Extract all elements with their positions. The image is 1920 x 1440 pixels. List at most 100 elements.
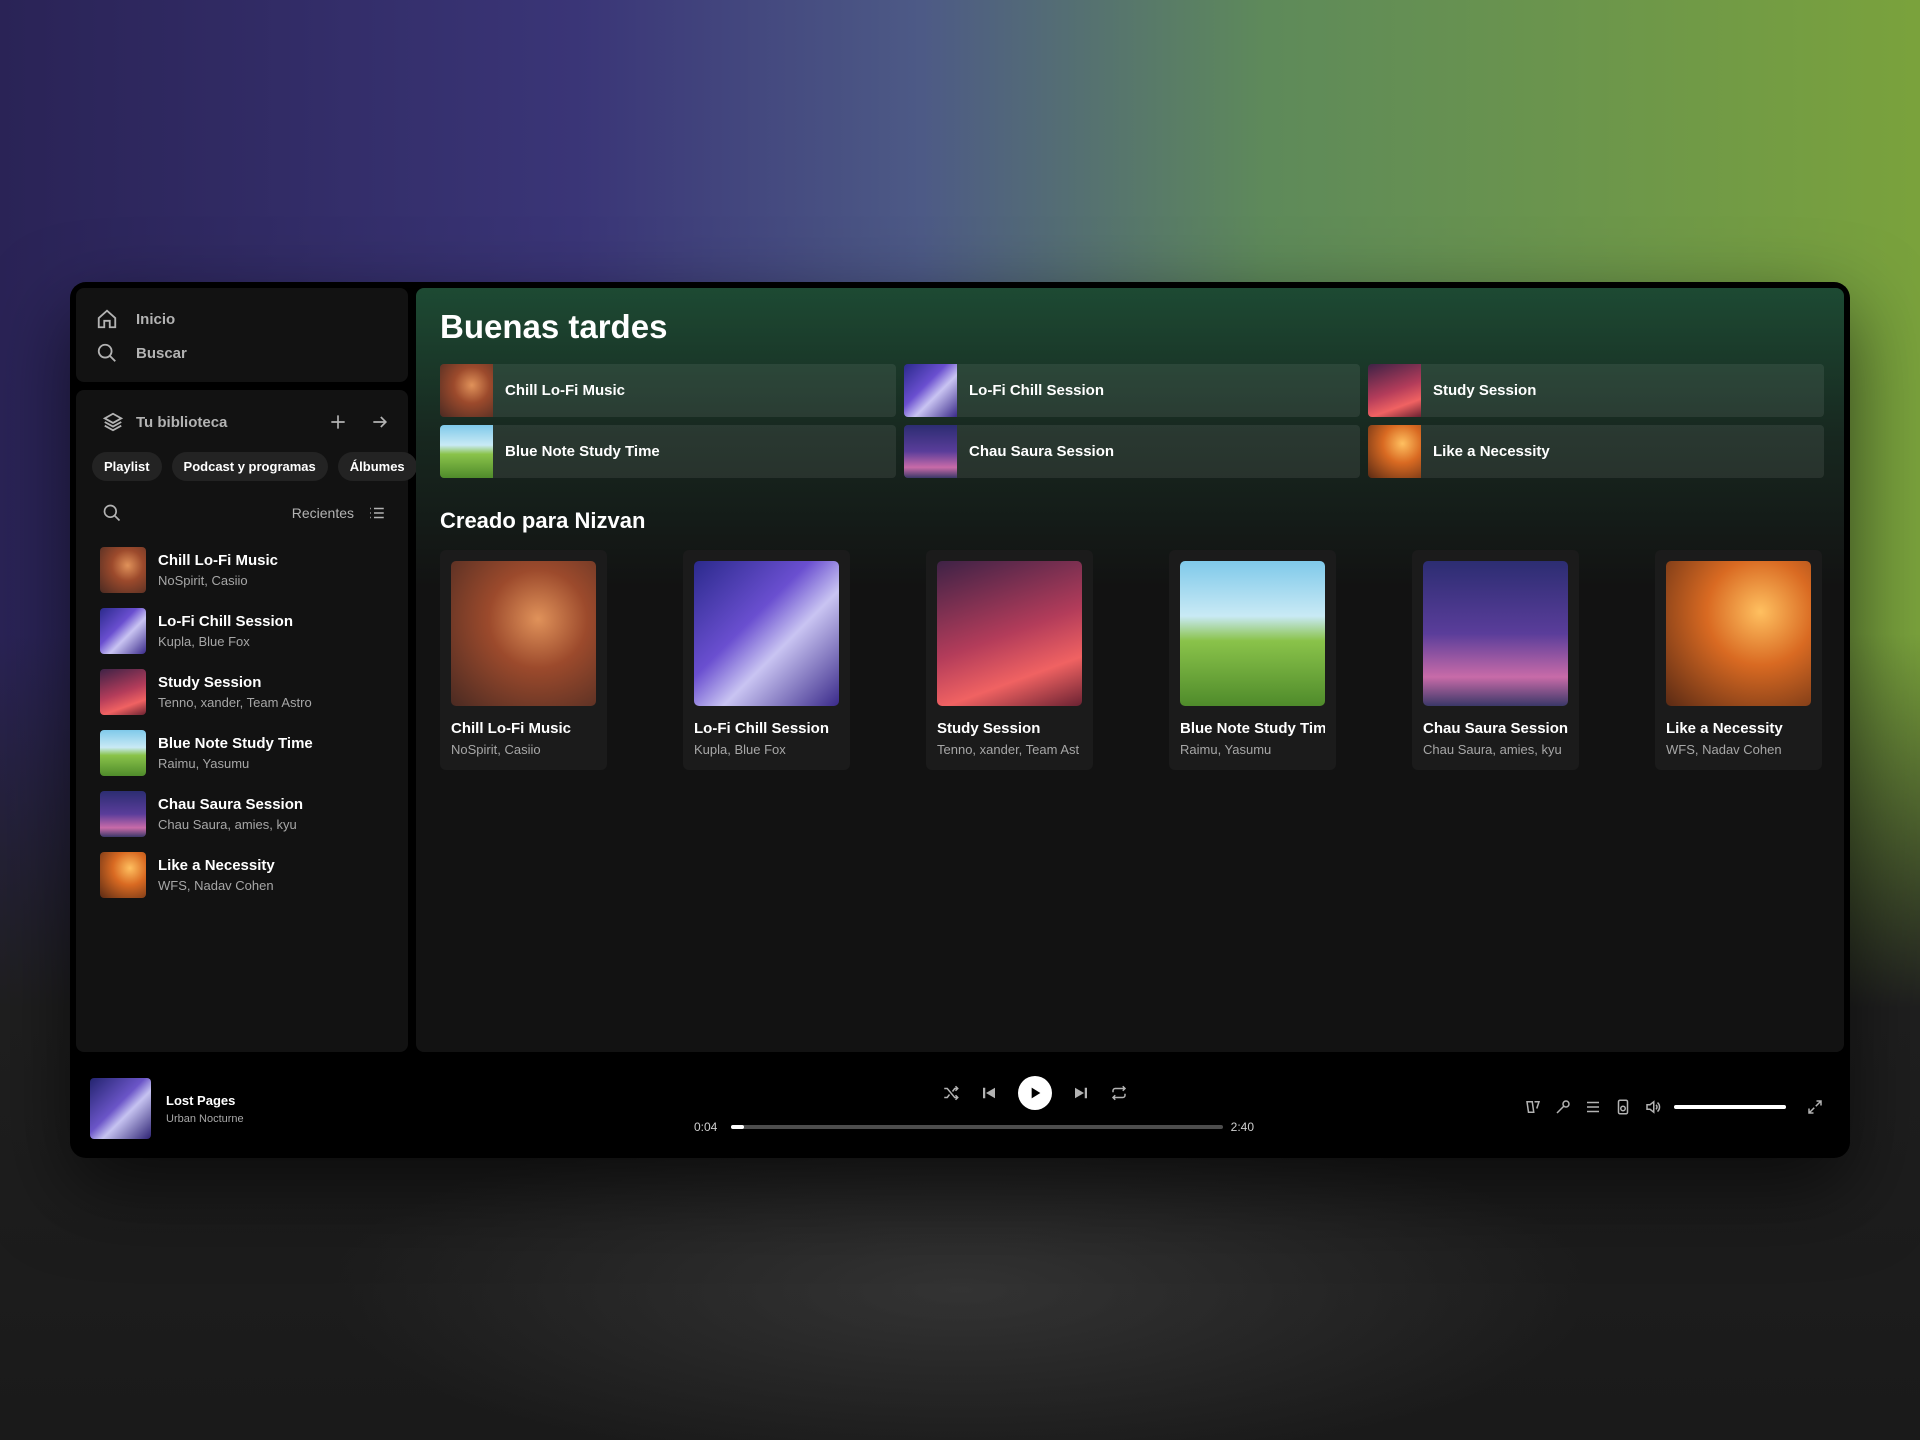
cover-art xyxy=(904,425,957,478)
queue-icon[interactable] xyxy=(1584,1098,1602,1116)
main-content: Buenas tardes Chill Lo-Fi Music Lo-Fi Ch… xyxy=(416,288,1844,1052)
quick-card[interactable]: Like a Necessity xyxy=(1368,425,1824,478)
cover-art xyxy=(1423,561,1568,706)
nav-search[interactable]: Buscar xyxy=(96,336,388,370)
library-list: Chill Lo-Fi Music NoSpirit, Casiio Lo-Fi … xyxy=(86,539,398,905)
library-tools: Recientes xyxy=(86,491,398,535)
quick-card[interactable]: Study Session xyxy=(1368,364,1824,417)
card-title: Study Session xyxy=(937,720,1041,737)
cover-art xyxy=(100,851,146,898)
made-for-cards: Chill Lo-Fi Music NoSpirit, Casiio Lo-Fi … xyxy=(440,550,1822,770)
cover-art xyxy=(100,729,146,776)
card-title: Blue Note Study Tim xyxy=(1180,720,1325,737)
library-title[interactable]: Tu biblioteca xyxy=(136,414,306,431)
card-subtitle: Kupla, Blue Fox xyxy=(694,742,786,757)
item-title: Lo-Fi Chill Session xyxy=(158,612,294,630)
item-subtitle: NoSpirit, Casiio xyxy=(158,572,248,588)
shuffle-icon[interactable] xyxy=(942,1084,960,1102)
list-item[interactable]: Blue Note Study Time Raimu, Yasumu xyxy=(86,722,398,783)
quick-card[interactable]: Blue Note Study Time xyxy=(440,425,896,478)
playlist-card[interactable]: Chau Saura Session Chau Saura, amies, kyu xyxy=(1412,550,1579,770)
progress-bar[interactable] xyxy=(731,1125,1223,1129)
item-subtitle: WFS, Nadav Cohen xyxy=(158,877,274,893)
play-button[interactable] xyxy=(1018,1076,1052,1110)
cover-art xyxy=(440,364,493,417)
list-item[interactable]: Study Session Tenno, xander, Team Astro xyxy=(86,661,398,722)
greeting-title: Buenas tardes xyxy=(440,308,668,345)
cover-art xyxy=(451,561,596,706)
card-subtitle: Raimu, Yasumu xyxy=(1180,742,1272,757)
connect-device-icon[interactable] xyxy=(1614,1098,1632,1116)
quick-card-label: Chill Lo-Fi Music xyxy=(505,382,625,399)
nav-search-label: Buscar xyxy=(136,344,187,362)
playback-controls xyxy=(870,1076,1200,1110)
playlist-card[interactable]: Lo-Fi Chill Session Kupla, Blue Fox xyxy=(683,550,850,770)
chip-podcasts[interactable]: Podcast y programas xyxy=(171,452,328,481)
card-title: Like a Necessity xyxy=(1666,720,1783,737)
card-subtitle: Chau Saura, amies, kyu xyxy=(1423,742,1562,757)
item-subtitle: Chau Saura, amies, kyu xyxy=(158,816,297,832)
next-icon[interactable] xyxy=(1072,1084,1090,1102)
home-icon xyxy=(97,309,117,329)
progress-row: 0:04 2:40 xyxy=(694,1120,1254,1134)
cover-art xyxy=(904,364,957,417)
now-playing-title[interactable]: Lost Pages xyxy=(166,1093,244,1108)
playlist-card[interactable]: Chill Lo-Fi Music NoSpirit, Casiio xyxy=(440,550,607,770)
item-title: Study Session xyxy=(158,673,262,691)
cover-art xyxy=(100,607,146,654)
card-title: Lo-Fi Chill Session xyxy=(694,720,830,737)
extra-controls xyxy=(1524,1098,1824,1116)
fullscreen-icon[interactable] xyxy=(1806,1098,1824,1116)
repeat-icon[interactable] xyxy=(1110,1084,1128,1102)
card-title: Chill Lo-Fi Music xyxy=(451,720,571,737)
lyrics-icon[interactable] xyxy=(1554,1098,1572,1116)
library-search-icon[interactable] xyxy=(102,503,122,523)
player-bar: Lost Pages Urban Nocturne 0:04 2:40 xyxy=(70,1058,1850,1158)
nav-home-label: Inicio xyxy=(136,310,176,328)
quick-card[interactable]: Chau Saura Session xyxy=(904,425,1360,478)
card-subtitle: WFS, Nadav Cohen xyxy=(1666,742,1782,757)
quick-card[interactable]: Chill Lo-Fi Music xyxy=(440,364,896,417)
elapsed-time: 0:04 xyxy=(694,1120,718,1134)
playlist-card[interactable]: Study Session Tenno, xander, Team Ast xyxy=(926,550,1093,770)
chip-albums[interactable]: Álbumes xyxy=(337,452,417,481)
library-icon[interactable] xyxy=(102,411,124,433)
volume-icon[interactable] xyxy=(1644,1098,1662,1116)
play-icon xyxy=(1031,1087,1041,1099)
volume-fill xyxy=(1674,1105,1786,1109)
list-item[interactable]: Lo-Fi Chill Session Kupla, Blue Fox xyxy=(86,600,398,661)
quick-card-label: Chau Saura Session xyxy=(969,443,1115,460)
cover-art xyxy=(100,546,146,593)
cover-art xyxy=(1368,364,1421,417)
item-title: Like a Necessity xyxy=(158,856,275,874)
item-subtitle: Kupla, Blue Fox xyxy=(158,633,250,649)
sort-recent[interactable]: Recientes xyxy=(292,505,354,521)
now-playing-view-icon[interactable] xyxy=(1524,1098,1542,1116)
playlist-card[interactable]: Blue Note Study Tim Raimu, Yasumu xyxy=(1169,550,1336,770)
item-title: Chill Lo-Fi Music xyxy=(158,551,278,569)
arrow-right-icon[interactable] xyxy=(370,412,390,432)
cover-art xyxy=(1368,425,1421,478)
plus-icon[interactable] xyxy=(328,412,348,432)
quick-card[interactable]: Lo-Fi Chill Session xyxy=(904,364,1360,417)
list-item[interactable]: Like a Necessity WFS, Nadav Cohen xyxy=(86,844,398,905)
nav-home[interactable]: Inicio xyxy=(96,302,388,336)
quick-card-label: Like a Necessity xyxy=(1433,443,1550,460)
previous-icon[interactable] xyxy=(980,1084,998,1102)
chip-playlist[interactable]: Playlist xyxy=(92,452,162,481)
now-playing: Lost Pages Urban Nocturne xyxy=(90,1078,244,1139)
filter-chips: Playlist Podcast y programas Álbumes xyxy=(86,442,417,491)
duration-time: 2:40 xyxy=(1230,1120,1254,1134)
list-item[interactable]: Chau Saura Session Chau Saura, amies, kyu xyxy=(86,783,398,844)
list-view-icon[interactable] xyxy=(368,504,386,522)
list-item[interactable]: Chill Lo-Fi Music NoSpirit, Casiio xyxy=(86,539,398,600)
quick-card-label: Study Session xyxy=(1433,382,1537,399)
playlist-card[interactable]: Like a Necessity WFS, Nadav Cohen xyxy=(1655,550,1822,770)
now-playing-artist[interactable]: Urban Nocturne xyxy=(166,1113,244,1125)
cover-art xyxy=(440,425,493,478)
cover-art xyxy=(1180,561,1325,706)
now-playing-cover[interactable] xyxy=(90,1078,151,1139)
volume-slider[interactable] xyxy=(1674,1105,1786,1109)
quick-card-label: Lo-Fi Chill Session xyxy=(969,382,1105,399)
card-title: Chau Saura Session xyxy=(1423,720,1568,737)
